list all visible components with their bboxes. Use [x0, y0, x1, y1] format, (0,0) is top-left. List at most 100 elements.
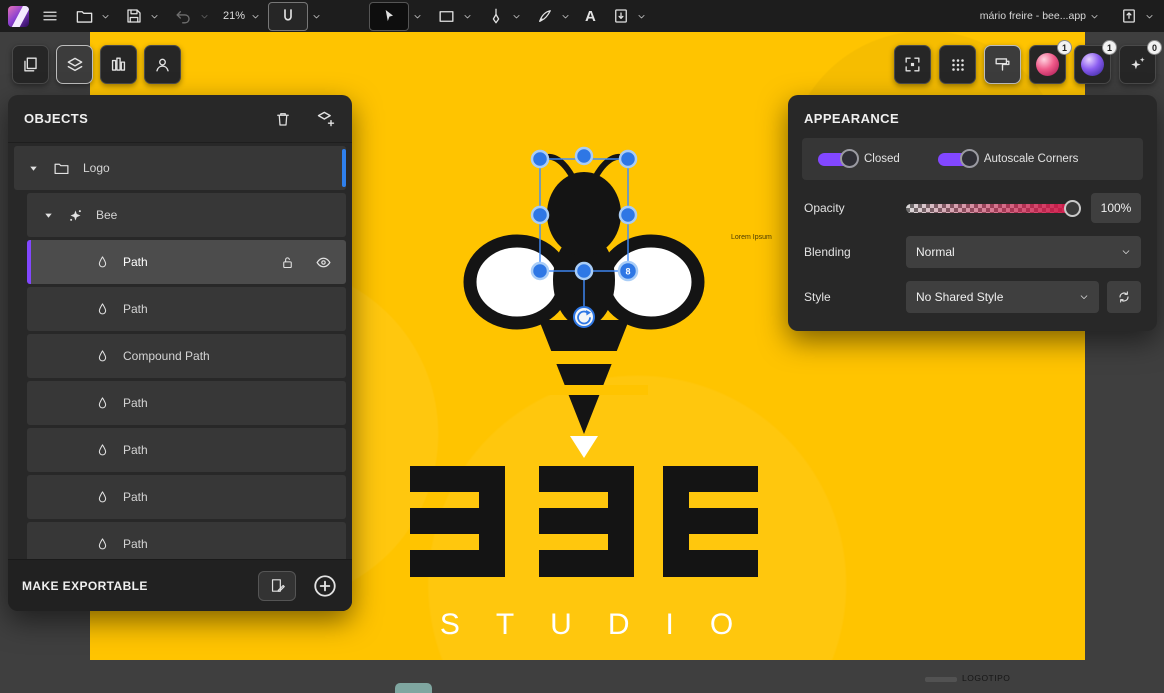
account-menu-chevron[interactable]: [1090, 12, 1099, 21]
tree-row-logo[interactable]: Logo: [14, 146, 346, 190]
effects-count-badge: 0: [1147, 40, 1162, 55]
autoscale-corners-toggle[interactable]: [938, 153, 970, 166]
chevron-down-icon: [512, 12, 521, 21]
tree-row-path[interactable]: Path: [27, 287, 346, 331]
blending-select[interactable]: Normal: [906, 236, 1141, 268]
fill-color-button[interactable]: 1: [1029, 45, 1066, 84]
nodes-grid-icon: [949, 56, 967, 74]
unlock-icon[interactable]: [280, 255, 295, 270]
chevron-down-icon: [1145, 12, 1154, 21]
objects-panel-header: OBJECTS: [8, 95, 352, 143]
fill-count-badge: 1: [1057, 40, 1072, 55]
closed-toggle-group: Closed: [818, 153, 900, 166]
appearance-panel-button[interactable]: [984, 45, 1021, 84]
zoom-level[interactable]: 21%: [221, 0, 247, 32]
export-button[interactable]: [1117, 0, 1141, 32]
chevron-down-icon: [637, 12, 646, 21]
style-sync-button[interactable]: [1107, 281, 1141, 313]
tree-row-label: Path: [123, 255, 148, 269]
closed-toggle[interactable]: [818, 153, 850, 166]
pen-nib-icon: [487, 7, 505, 25]
tree-row-path[interactable]: Path: [27, 475, 346, 519]
import-menu-chevron[interactable]: [637, 12, 646, 21]
import-button[interactable]: [609, 0, 633, 32]
eye-icon[interactable]: [315, 254, 332, 271]
pages-panel-button[interactable]: [12, 45, 49, 84]
blending-value: Normal: [916, 245, 955, 259]
export-slice-button[interactable]: [258, 571, 296, 601]
open-file-button[interactable]: [72, 0, 97, 32]
text-tool-glyph: A: [585, 8, 596, 25]
handle-top-right: [620, 151, 636, 167]
brush-tool-chevron[interactable]: [561, 12, 570, 21]
zoom-menu-chevron[interactable]: [251, 12, 260, 21]
opacity-value-field[interactable]: 100%: [1091, 193, 1141, 223]
style-select[interactable]: No Shared Style: [906, 281, 1099, 313]
tree-row-path[interactable]: Path: [27, 522, 346, 559]
boolean-union-tool[interactable]: [268, 2, 308, 31]
page-pencil-icon: [269, 577, 286, 594]
tree-row-label: Path: [123, 302, 148, 316]
undo-menu-chevron[interactable]: [200, 12, 209, 21]
undo-icon: [174, 7, 193, 26]
node-editor-panel-button[interactable]: [939, 45, 976, 84]
path-icon: [95, 255, 110, 270]
union-icon: [279, 7, 297, 25]
tree-row-compound-path[interactable]: Compound Path: [27, 334, 346, 378]
undo-button[interactable]: [171, 0, 196, 32]
artboards-panel-button[interactable]: [100, 45, 137, 84]
text-tool[interactable]: A: [582, 0, 599, 32]
tree-row-path-selected[interactable]: Path: [27, 240, 346, 284]
effects-panel-button[interactable]: 0: [1119, 45, 1156, 84]
chevron-down-icon: [463, 12, 472, 21]
corner-note: LOGOTIPO: [962, 673, 1010, 683]
brush-tool[interactable]: [533, 0, 557, 32]
opacity-slider[interactable]: [906, 204, 1073, 213]
transform-icon: [903, 55, 922, 74]
app-window: STUDIO Lorem Ipsum 8: [0, 0, 1164, 693]
rectangle-icon: [437, 7, 456, 26]
top-toolbar: 21%: [0, 0, 1164, 32]
open-file-menu-chevron[interactable]: [101, 12, 110, 21]
shape-tool-chevron[interactable]: [463, 12, 472, 21]
appearance-panel-title: APPEARANCE: [802, 109, 1143, 138]
move-tool[interactable]: [369, 2, 409, 31]
handle-bottom-left: [532, 263, 548, 279]
app-logo[interactable]: [8, 6, 29, 27]
save-menu-chevron[interactable]: [150, 12, 159, 21]
appearance-panel: APPEARANCE Closed Autoscale Corners Opac…: [788, 95, 1157, 331]
add-layer-icon[interactable]: [316, 109, 336, 129]
opacity-row: Opacity 100%: [802, 193, 1143, 223]
plus-circle-icon[interactable]: [312, 573, 338, 599]
make-exportable-label: MAKE EXPORTABLE: [22, 579, 148, 593]
export-menu-chevron[interactable]: [1145, 12, 1154, 21]
handle-top-mid: [576, 148, 592, 164]
export-persona-button[interactable]: [144, 45, 181, 84]
caret-down-icon[interactable]: [28, 163, 39, 174]
chevron-down-icon: [200, 12, 209, 21]
layers-panel-button[interactable]: [56, 45, 93, 84]
transform-panel-button[interactable]: [894, 45, 931, 84]
path-icon: [95, 537, 110, 552]
boolean-menu-chevron[interactable]: [312, 12, 321, 21]
trash-icon[interactable]: [274, 110, 292, 128]
document-account-label[interactable]: mário freire - bee...app: [980, 10, 1086, 22]
tree-row-label: Compound Path: [123, 349, 210, 363]
move-tool-chevron[interactable]: [413, 12, 422, 21]
main-menu-button[interactable]: [38, 0, 62, 32]
save-button[interactable]: [122, 0, 146, 32]
shape-tool[interactable]: [434, 0, 459, 32]
fill-color-swatch: [1036, 53, 1059, 76]
pen-tool-chevron[interactable]: [512, 12, 521, 21]
tree-row-bee[interactable]: Bee: [27, 193, 346, 237]
tree-row-label: Path: [123, 490, 148, 504]
caret-down-icon[interactable]: [43, 210, 54, 221]
opacity-slider-knob[interactable]: [1064, 200, 1081, 217]
stroke-color-button[interactable]: 1: [1074, 45, 1111, 84]
tree-row-path[interactable]: Path: [27, 381, 346, 425]
panel-toolbar-left: [12, 45, 181, 84]
tree-row-path[interactable]: Path: [27, 428, 346, 472]
style-row: Style No Shared Style: [802, 281, 1143, 313]
bottom-page-tab[interactable]: [395, 683, 432, 693]
pen-tool[interactable]: [484, 0, 508, 32]
